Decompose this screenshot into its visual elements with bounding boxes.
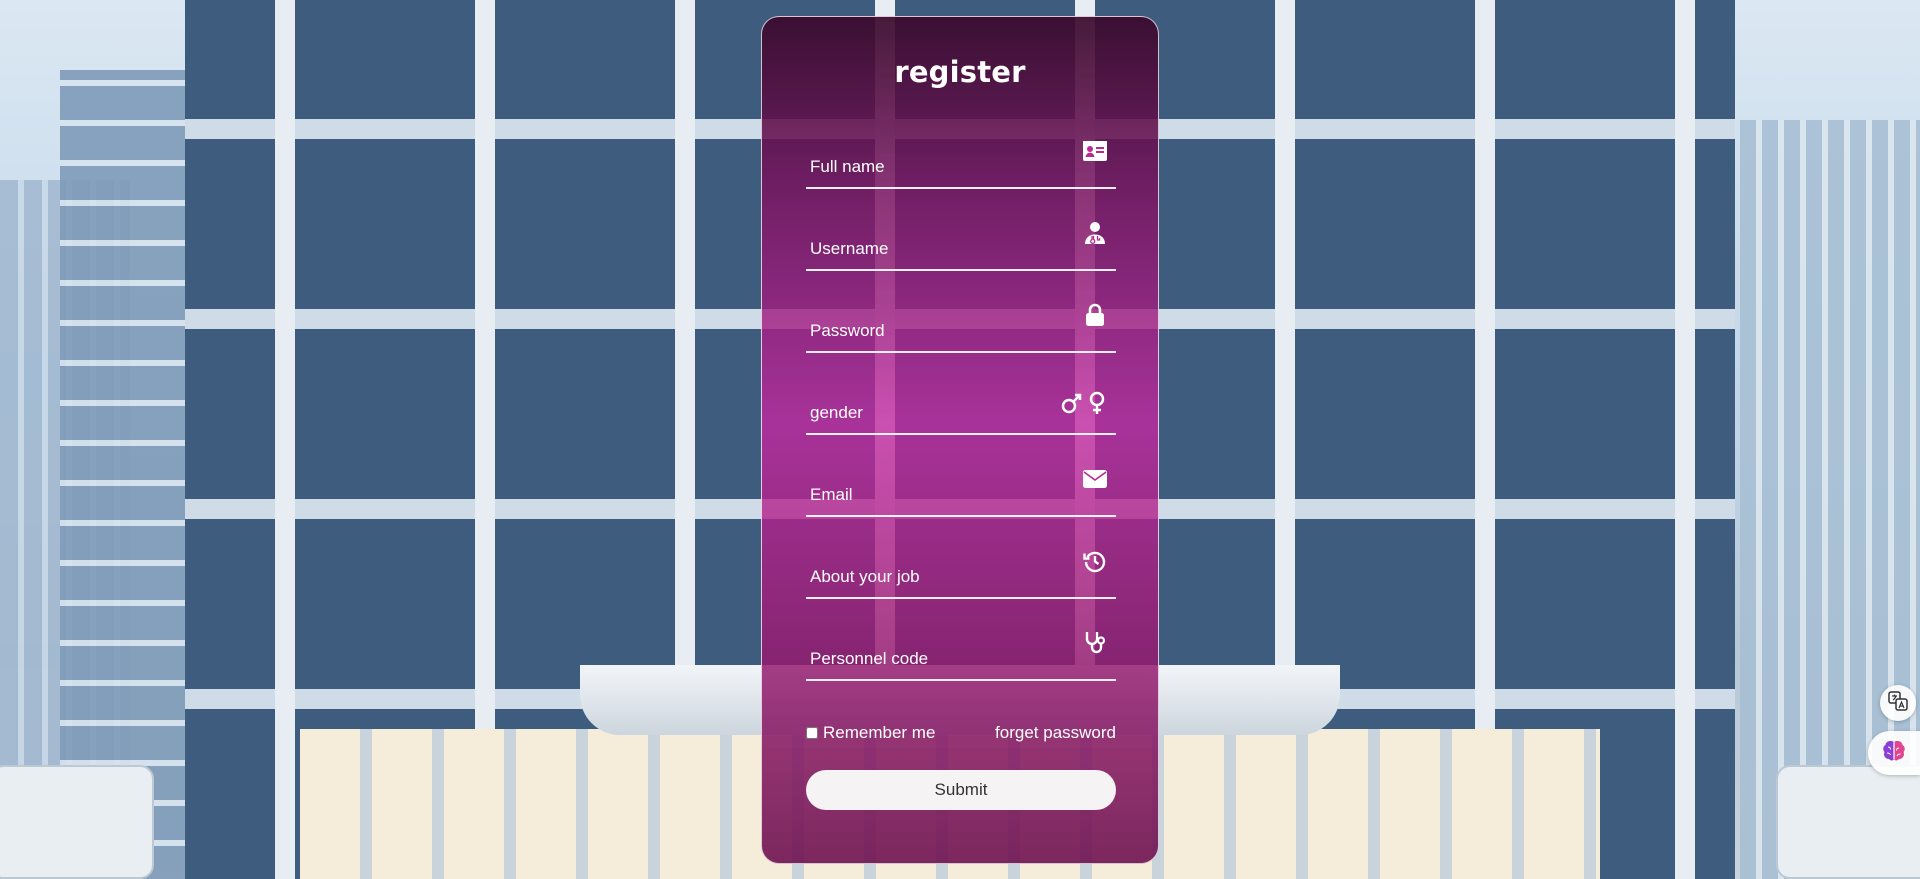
email-input[interactable] <box>806 475 1076 515</box>
translate-widget-button[interactable] <box>1880 685 1916 721</box>
password-input[interactable] <box>806 311 1076 351</box>
stethoscope-icon <box>1080 629 1110 657</box>
remember-me[interactable]: Remember me <box>806 723 935 743</box>
history-icon <box>1080 547 1110 575</box>
form-options: Remember me forget password <box>806 723 1116 747</box>
envelope-icon <box>1080 465 1110 493</box>
background-building <box>60 70 190 879</box>
username-input[interactable] <box>806 229 1076 269</box>
personnel-code-input[interactable] <box>806 639 1076 679</box>
ai-assistant-widget-button[interactable] <box>1868 731 1920 775</box>
remember-me-checkbox[interactable] <box>806 727 818 739</box>
full-name-input[interactable] <box>806 147 1076 187</box>
about-job-input[interactable] <box>806 557 1076 597</box>
submit-button[interactable]: Submit <box>806 770 1116 810</box>
register-form: register Full name Username gender Email… <box>761 16 1159 864</box>
form-title: register <box>894 55 1026 89</box>
brain-icon <box>1881 739 1907 767</box>
translate-icon <box>1888 691 1908 715</box>
gender-icon <box>1060 389 1110 417</box>
remember-me-label: Remember me <box>823 723 936 742</box>
ambulance <box>1776 765 1920 879</box>
email-field <box>806 457 1116 517</box>
password-field <box>806 293 1116 353</box>
personnel-code-field <box>806 621 1116 681</box>
user-doctor-icon <box>1080 219 1110 247</box>
ambulance <box>0 765 154 879</box>
full-name-field <box>806 129 1116 189</box>
lock-icon <box>1080 301 1110 329</box>
username-field <box>806 211 1116 271</box>
id-card-icon <box>1080 137 1110 165</box>
gender-field <box>806 375 1116 435</box>
about-job-field <box>806 539 1116 599</box>
gender-input[interactable] <box>806 393 1076 433</box>
forgot-password-link[interactable]: forget password <box>995 723 1116 743</box>
